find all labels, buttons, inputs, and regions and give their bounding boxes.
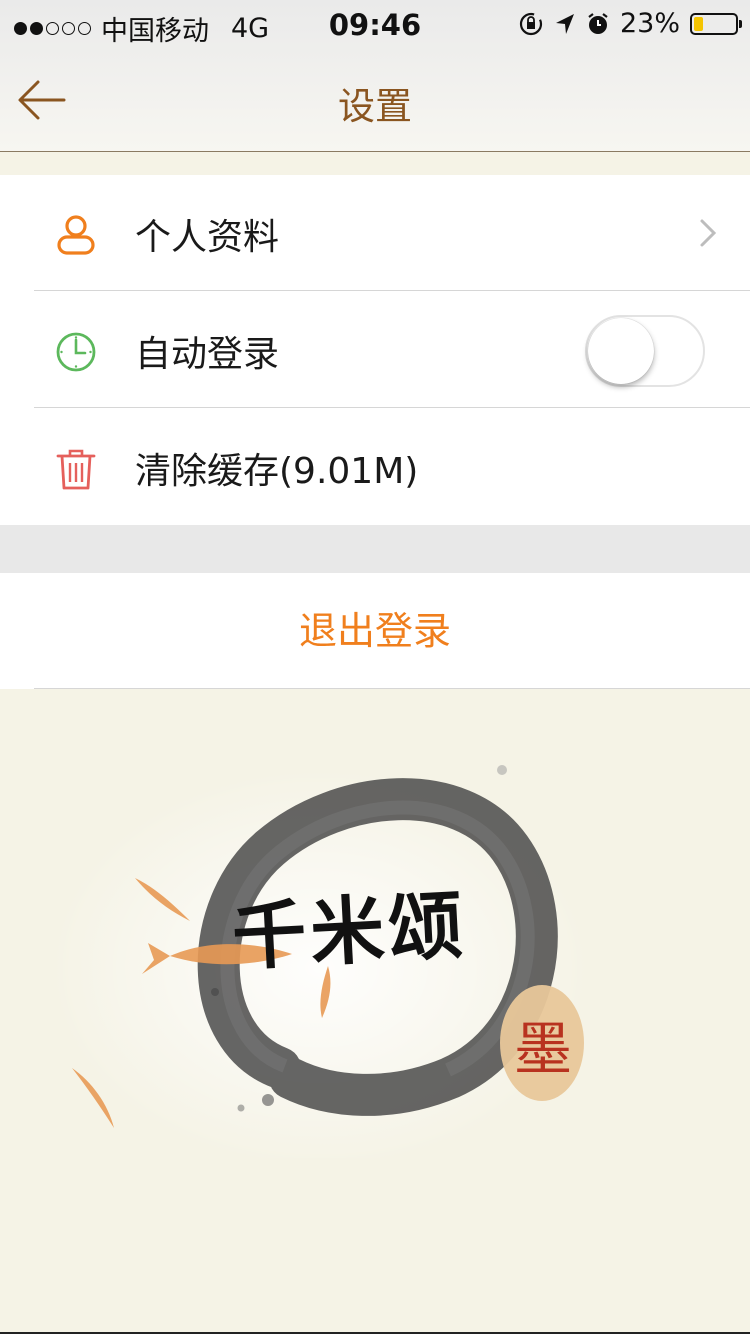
section-gap: [0, 525, 750, 573]
battery-percent: 23%: [619, 8, 680, 39]
logout-section: 退出登录: [0, 573, 750, 689]
trash-icon: [56, 449, 96, 490]
divider: [34, 407, 750, 408]
logout-button[interactable]: 退出登录: [0, 573, 750, 689]
divider: [34, 290, 750, 291]
alarm-icon: [588, 12, 608, 34]
settings-item-profile[interactable]: 个人资料: [0, 175, 750, 291]
settings-item-auto-login: 自动登录: [0, 292, 750, 408]
orientation-lock-icon: [519, 12, 543, 35]
settings-item-label: 清除缓存(9.01M): [135, 451, 419, 492]
settings-item-clear-cache[interactable]: 清除缓存(9.01M): [0, 409, 750, 525]
page-title: 设置: [338, 85, 412, 128]
settings-list: 个人资料 自动登录 清除缓存(9.01M): [0, 175, 750, 525]
clock-icon: [56, 332, 96, 372]
person-icon: [57, 215, 95, 255]
settings-item-label: 个人资料: [135, 217, 280, 258]
chevron-right-icon: [700, 219, 717, 247]
location-icon: [555, 13, 574, 34]
logo-seal: 墨: [514, 1015, 573, 1083]
status-bar: 中国移动 4G 09:46 23%: [0, 0, 750, 50]
battery-icon: [690, 12, 742, 35]
logo-title: 千米颂: [230, 882, 469, 982]
auto-login-toggle[interactable]: [585, 315, 705, 387]
divider: [34, 688, 750, 689]
toggle-knob: [588, 318, 654, 384]
battery-level: [694, 16, 704, 31]
settings-item-label: 自动登录: [135, 334, 280, 375]
